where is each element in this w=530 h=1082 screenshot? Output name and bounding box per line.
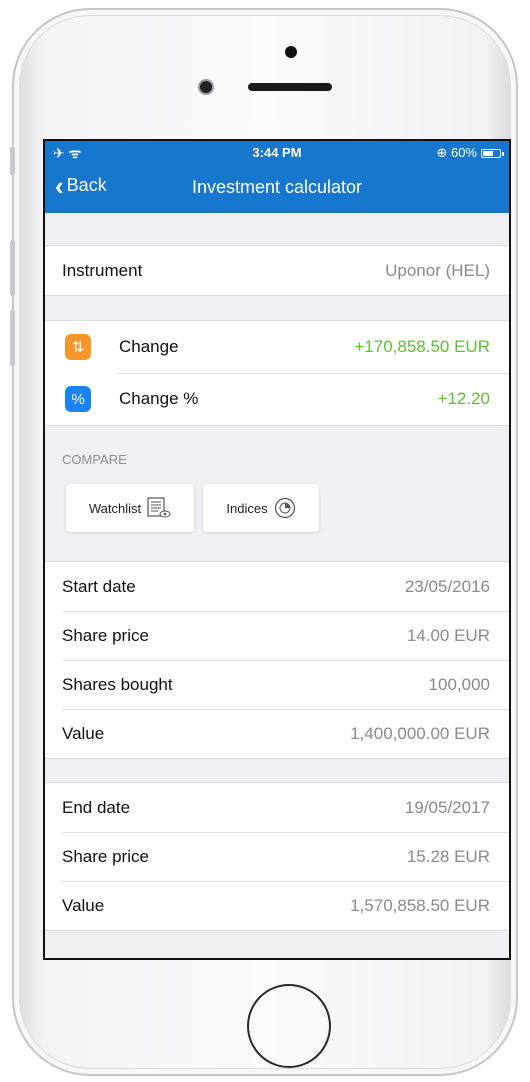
- change-label: Change: [119, 337, 179, 356]
- start-share-price-row[interactable]: Share price 14.00 EUR: [45, 611, 509, 660]
- app-screen: ✈ ᯤ 3:44 PM ⊕ 60% ‹ Back Investment calc…: [43, 139, 511, 960]
- earpiece-speaker: [248, 83, 332, 91]
- start-share-price-label: Share price: [62, 625, 149, 645]
- end-value-label: Value: [62, 895, 105, 915]
- end-value-value: 1,570,858.50 EUR: [350, 895, 490, 915]
- page-title: Investment calculator: [191, 177, 363, 197]
- change-row: ⇅ Change +170,858.50 EUR: [45, 321, 509, 373]
- home-button[interactable]: [247, 984, 331, 1068]
- start-value-label: Value: [62, 723, 105, 743]
- front-camera: [200, 81, 212, 93]
- start-share-price-value: 14.00 EUR: [406, 625, 490, 645]
- battery-percent-text: 60%: [450, 145, 477, 160]
- shares-bought-value: 100,000: [428, 674, 490, 694]
- volume-down-button: [10, 310, 15, 366]
- instrument-row[interactable]: Instrument Uponor (HEL): [45, 246, 509, 295]
- watchlist-label: Watchlist: [88, 500, 142, 516]
- back-label: Back: [66, 175, 107, 195]
- end-date-label: End date: [62, 797, 131, 817]
- start-date-label: Start date: [62, 576, 136, 596]
- status-bar: ✈ ᯤ 3:44 PM ⊕ 60%: [45, 144, 509, 162]
- chevron-left-icon: ‹: [55, 170, 64, 201]
- end-value-row: Value 1,570,858.50 EUR: [45, 881, 509, 930]
- shares-bought-label: Shares bought: [62, 674, 173, 694]
- battery-percent: ⊕ 60%: [436, 145, 477, 160]
- shares-bought-row[interactable]: Shares bought 100,000: [45, 660, 509, 709]
- indices-icon: [274, 497, 295, 519]
- instrument-value: Uponor (HEL): [385, 260, 490, 280]
- start-date-value: 23/05/2016: [404, 576, 490, 596]
- change-percent-label: Change %: [119, 389, 199, 408]
- compare-heading: COMPARE: [62, 452, 127, 467]
- watchlist-button[interactable]: Watchlist: [66, 484, 194, 532]
- end-date-value: 19/05/2017: [404, 797, 490, 817]
- instrument-section: Instrument Uponor (HEL): [45, 245, 509, 296]
- volume-up-button: [10, 240, 15, 296]
- start-date-row[interactable]: Start date 23/05/2016: [45, 562, 509, 611]
- indices-button[interactable]: Indices: [203, 484, 319, 532]
- end-share-price-label: Share price: [62, 846, 149, 866]
- battery-icon: [481, 149, 504, 158]
- end-section: End date 19/05/2017 Share price 15.28 EU…: [45, 782, 509, 931]
- change-value: +170,858.50 EUR: [354, 337, 490, 356]
- watchlist-icon: [147, 497, 171, 518]
- mute-switch: [10, 147, 15, 175]
- percent-icon: %: [65, 386, 91, 412]
- change-percent-value: +12.20: [437, 389, 490, 408]
- proximity-sensor: [285, 46, 297, 58]
- start-value-row: Value 1,400,000.00 EUR: [45, 709, 509, 758]
- end-date-row[interactable]: End date 19/05/2017: [45, 783, 509, 832]
- start-value-value: 1,400,000.00 EUR: [350, 723, 490, 743]
- change-section: ⇅ Change +170,858.50 EUR % Change % +12.…: [45, 320, 509, 426]
- end-share-price-value: 15.28 EUR: [406, 846, 490, 866]
- battery-fill: [483, 151, 493, 156]
- back-button[interactable]: ‹ Back: [55, 170, 107, 201]
- end-share-price-row[interactable]: Share price 15.28 EUR: [45, 832, 509, 881]
- change-percent-row: % Change % +12.20: [45, 373, 509, 425]
- instrument-label: Instrument: [62, 260, 143, 280]
- start-section: Start date 23/05/2016 Share price 14.00 …: [45, 561, 509, 759]
- navigation-bar: ✈ ᯤ 3:44 PM ⊕ 60% ‹ Back Investment calc…: [45, 141, 509, 213]
- swap-arrows-icon: ⇅: [65, 334, 91, 360]
- indices-label: Indices: [226, 500, 268, 516]
